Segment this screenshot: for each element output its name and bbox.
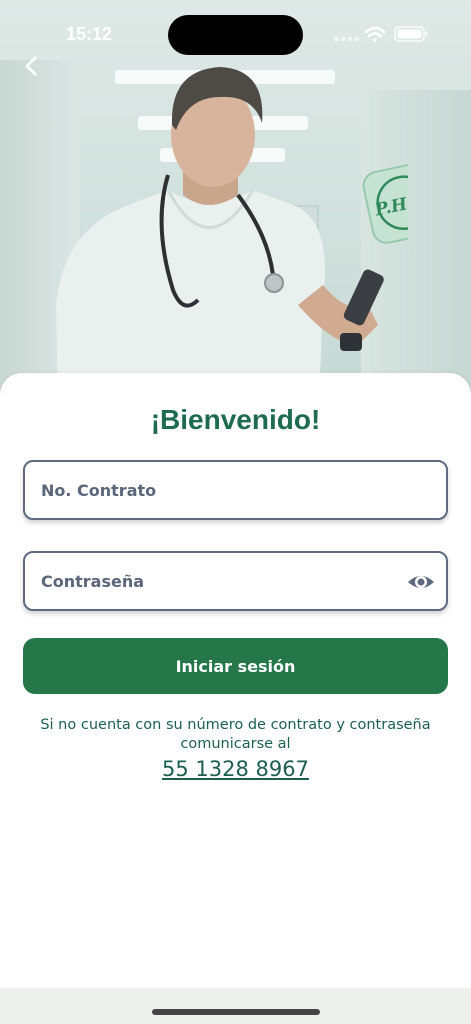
welcome-title: ¡Bienvenido! bbox=[150, 404, 321, 435]
eye-icon[interactable] bbox=[407, 570, 435, 594]
status-icons bbox=[333, 26, 428, 42]
status-time: 15:12 bbox=[66, 24, 113, 44]
help-message: Si no cuenta con su número de contrato y… bbox=[40, 717, 431, 752]
contract-input[interactable] bbox=[25, 480, 446, 500]
signal-icon bbox=[333, 36, 360, 42]
home-indicator[interactable] bbox=[152, 1009, 320, 1015]
battery-icon bbox=[394, 26, 428, 42]
back-button[interactable] bbox=[18, 52, 46, 80]
hero-image: P.H.N. bbox=[0, 0, 471, 410]
dynamic-island bbox=[168, 15, 303, 55]
login-button[interactable]: Iniciar sesión bbox=[23, 638, 448, 694]
wifi-icon bbox=[364, 26, 386, 42]
bottom-bar bbox=[0, 988, 471, 1024]
phone-link[interactable]: 55 1328 8967 bbox=[0, 757, 471, 781]
password-field[interactable] bbox=[23, 551, 448, 611]
doctor-illustration: P.H.N. bbox=[56, 67, 408, 410]
password-input[interactable] bbox=[25, 571, 446, 591]
contract-field[interactable] bbox=[23, 460, 448, 520]
chevron-left-icon bbox=[25, 56, 37, 76]
